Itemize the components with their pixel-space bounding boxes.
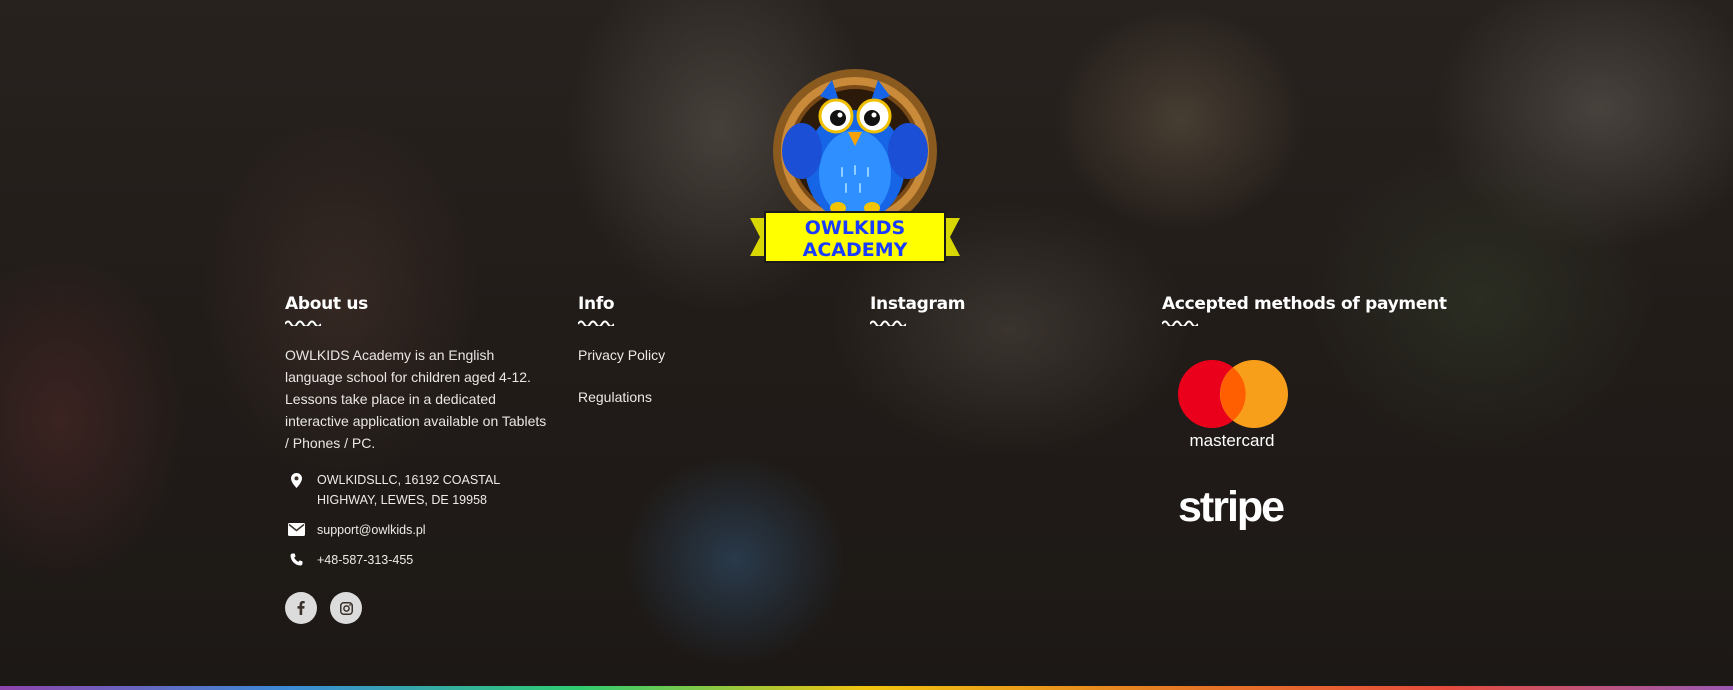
regulations-link[interactable]: Regulations <box>578 386 818 408</box>
privacy-policy-link[interactable]: Privacy Policy <box>578 344 818 366</box>
bottom-rainbow-bar <box>0 686 1733 690</box>
title-underline-wave <box>578 320 614 326</box>
footer-payment-column: Accepted methods of payment mastercard s… <box>1162 292 1447 534</box>
title-underline-wave <box>1162 320 1198 326</box>
phone-icon <box>285 553 307 566</box>
info-title: Info <box>578 294 615 314</box>
stripe-wordmark: stripe <box>1178 484 1284 531</box>
owlkids-academy-logo[interactable]: OWLKIDS ACADEMY <box>750 56 960 268</box>
footer-instagram-column: Instagram <box>870 292 1110 326</box>
about-title: About us <box>285 294 368 314</box>
social-links <box>285 592 550 624</box>
instagram-title: Instagram <box>870 294 966 314</box>
instagram-button[interactable] <box>330 592 362 624</box>
contact-email[interactable]: support@owlkids.pl <box>285 520 550 540</box>
map-pin-icon <box>285 473 307 488</box>
instagram-icon <box>339 601 353 615</box>
phone-number[interactable]: +48-587-313-455 <box>317 550 413 570</box>
payment-title: Accepted methods of payment <box>1162 294 1447 314</box>
mastercard-logo: mastercard <box>1178 360 1288 450</box>
facebook-icon <box>297 601 305 615</box>
payment-logos: mastercard stripe <box>1176 360 1422 534</box>
contact-address: OWLKIDSLLC, 16192 COASTAL HIGHWAY, LEWES… <box>285 470 550 510</box>
mastercard-wordmark: mastercard <box>1189 431 1274 450</box>
contact-list: OWLKIDSLLC, 16192 COASTAL HIGHWAY, LEWES… <box>285 470 550 570</box>
contact-phone[interactable]: +48-587-313-455 <box>285 550 550 570</box>
title-underline-wave <box>870 320 906 326</box>
facebook-button[interactable] <box>285 592 317 624</box>
email-link[interactable]: support@owlkids.pl <box>317 520 426 540</box>
logo-text-owlkids: OWLKIDS <box>805 217 905 239</box>
footer-about-column: About us OWLKIDS Academy is an English l… <box>285 292 550 624</box>
about-description: OWLKIDS Academy is an English language s… <box>285 347 547 451</box>
stripe-logo: stripe <box>1178 484 1286 531</box>
envelope-icon <box>285 523 307 536</box>
address-text: OWLKIDSLLC, 16192 COASTAL HIGHWAY, LEWES… <box>317 473 500 507</box>
logo-text-academy: ACADEMY <box>803 239 908 261</box>
footer-info-column: Info Privacy Policy Regulations <box>578 292 818 408</box>
title-underline-wave <box>285 320 321 326</box>
